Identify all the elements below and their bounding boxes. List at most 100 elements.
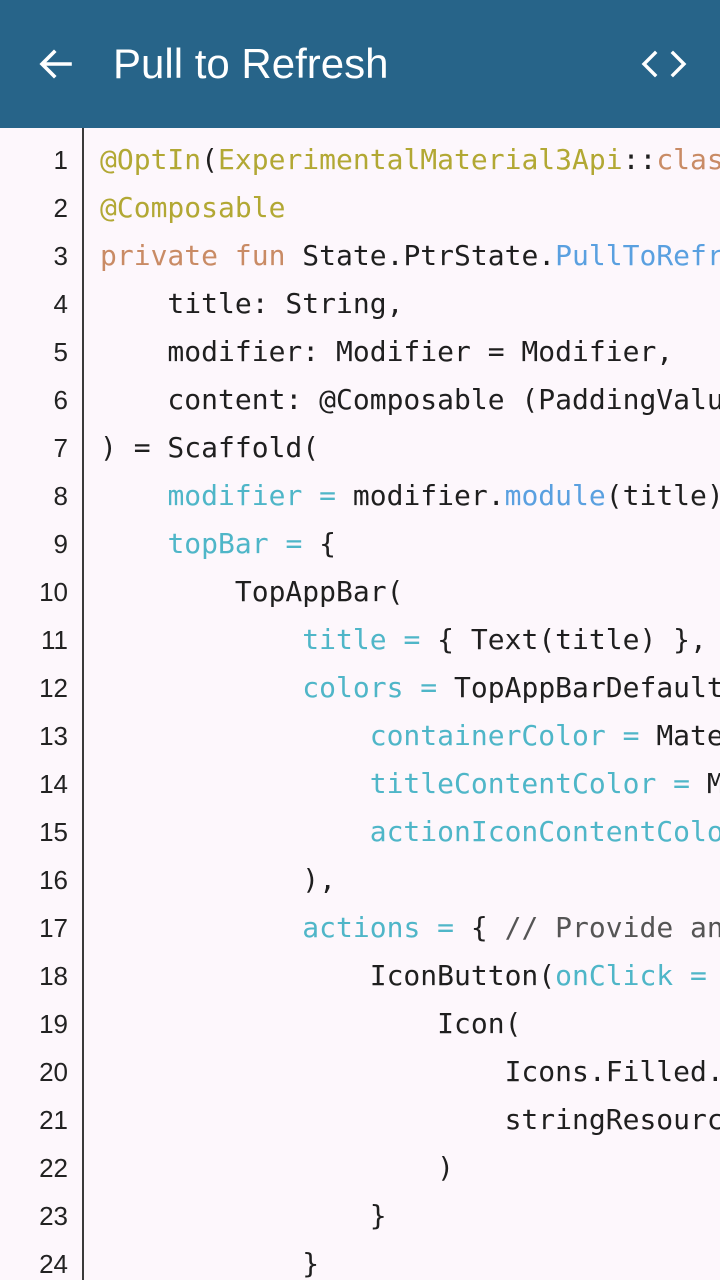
line-number: 23	[39, 1201, 68, 1231]
code-text: containerColor = MaterialTheme.colorSche…	[100, 712, 720, 760]
code-text: topBar = {	[100, 520, 336, 568]
code-line: 20 Icons.Filled.Refresh,	[0, 1048, 720, 1096]
code-text: colors = TopAppBarDefaults.topAppBarColo…	[100, 664, 720, 712]
code-brackets-icon[interactable]	[640, 44, 688, 84]
code-text: titleContentColor = MaterialTheme.colorS…	[100, 760, 720, 808]
line-number: 2	[53, 193, 68, 223]
code-text: }	[100, 1240, 319, 1280]
code-token: State.PtrState.	[302, 239, 556, 272]
line-number: 6	[53, 385, 68, 415]
code-line: 21 stringResource(R.string.refresh)	[0, 1096, 720, 1144]
code-token: content: @Composable (PaddingValues) -> …	[167, 383, 720, 416]
code-line: 22 )	[0, 1144, 720, 1192]
code-text: private fun State.PtrState.PullToRefresh…	[100, 232, 720, 280]
code-line: 17 actions = { // Provide an action	[0, 904, 720, 952]
code-line: 23 }	[0, 1192, 720, 1240]
code-line: 4 title: String,	[0, 280, 720, 328]
code-text: actions = { // Provide an action	[100, 904, 720, 952]
code-line: 5 modifier: Modifier = Modifier,	[0, 328, 720, 376]
code-token: containerColor	[369, 719, 606, 752]
page-title: Pull to Refresh	[113, 40, 389, 87]
code-text: @OptIn(ExperimentalMaterial3Api::class)	[100, 136, 720, 184]
line-number: 3	[53, 241, 68, 271]
line-number: 12	[39, 673, 68, 703]
line-number: 4	[53, 289, 68, 319]
line-number: 11	[41, 625, 68, 655]
code-line: 3 private fun State.PtrState.PullToRefres…	[0, 232, 720, 280]
code-token: =	[403, 671, 455, 704]
code-token: // Provide an action	[504, 911, 720, 944]
code-token: ),	[100, 863, 337, 896]
code-token: ::	[622, 143, 657, 176]
code-token: { Text(title) },	[437, 623, 707, 656]
code-token: }	[100, 1247, 320, 1280]
code-token: @OptIn	[100, 143, 202, 176]
line-number: 5	[53, 337, 68, 367]
code-text: modifier = modifier.module(title),	[100, 472, 720, 520]
code-line: 15 actionIconContentColor = MaterialThem…	[0, 808, 720, 856]
code-token: Icon(	[100, 1007, 522, 1040]
code-line: 8 modifier = modifier.module(title),	[0, 472, 720, 520]
code-line: 9 topBar = {	[0, 520, 720, 568]
line-number: 13	[39, 721, 68, 751]
code-token: @Composable	[100, 191, 286, 224]
code-token: ExperimentalMaterial3Api	[218, 143, 623, 176]
code-token: class	[656, 143, 720, 176]
code-token: modifier.	[352, 479, 505, 512]
line-number: 1	[53, 145, 68, 175]
top-app-bar: Pull to Refresh	[0, 0, 720, 128]
code-viewer[interactable]: 1 @OptIn(ExperimentalMaterial3Api::class)…	[0, 128, 720, 1280]
code-line: 11 title = { Text(title) },	[0, 616, 720, 664]
code-line: 14 titleContentColor = MaterialTheme.col…	[0, 760, 720, 808]
code-text: title = { Text(title) },	[100, 616, 707, 664]
code-text: actionIconContentColor = MaterialTheme.c…	[100, 808, 720, 856]
code-token: TopAppBarDefaults.topAppBarColors(	[454, 671, 720, 704]
code-text: content: @Composable (PaddingValues) -> …	[100, 376, 720, 424]
code-token: =	[420, 911, 471, 944]
code-token: modifier: Modifier = Modifier,	[100, 335, 674, 368]
line-number: 24	[39, 1249, 68, 1279]
line-number: 15	[39, 817, 68, 847]
line-number: 20	[39, 1057, 68, 1087]
code-line: 2 @Composable	[0, 184, 720, 232]
code-token: private fun	[100, 239, 303, 272]
arrow-back-icon[interactable]	[36, 44, 76, 84]
code-token: title	[302, 623, 387, 656]
code-token: =	[656, 767, 707, 800]
code-token: title: String,	[100, 287, 404, 320]
line-number: 19	[39, 1009, 68, 1039]
code-text: ),	[100, 856, 336, 904]
code-line: 18 IconButton(onClick = ::refresh) {	[0, 952, 720, 1000]
code-token: =	[673, 959, 720, 992]
code-token: modifier	[167, 479, 303, 512]
code-token: PullToRefreshScreen	[555, 239, 720, 272]
code-text: }	[100, 1192, 387, 1240]
code-token: Icons.Filled.Refresh,	[504, 1055, 720, 1088]
code-token: module	[504, 479, 606, 512]
code-line: 10 TopAppBar(	[0, 568, 720, 616]
code-token: stringResource(R.string.refresh)	[504, 1103, 720, 1136]
code-text: )	[100, 1144, 454, 1192]
code-token: topBar	[167, 527, 269, 560]
code-token: titleContentColor	[369, 767, 657, 800]
line-number: 9	[53, 529, 68, 559]
line-number: 14	[39, 769, 68, 799]
line-number: 21	[39, 1105, 68, 1135]
code-token: MaterialTheme.colorScheme.onPrimary,	[706, 767, 720, 800]
code-line: 1 @OptIn(ExperimentalMaterial3Api::class)	[0, 136, 720, 184]
code-token: =	[605, 719, 657, 752]
code-text: ) = Scaffold(	[100, 424, 319, 472]
code-text: Icons.Filled.Refresh,	[100, 1048, 720, 1096]
code-token: actionIconContentColor	[369, 815, 720, 848]
code-token: (title),	[605, 479, 720, 512]
code-text: title: String,	[100, 280, 403, 328]
code-token: =	[302, 479, 353, 512]
code-text: modifier: Modifier = Modifier,	[100, 328, 673, 376]
line-number: 7	[53, 433, 68, 463]
code-text: @Composable	[100, 184, 285, 232]
code-token: colors	[302, 671, 404, 704]
